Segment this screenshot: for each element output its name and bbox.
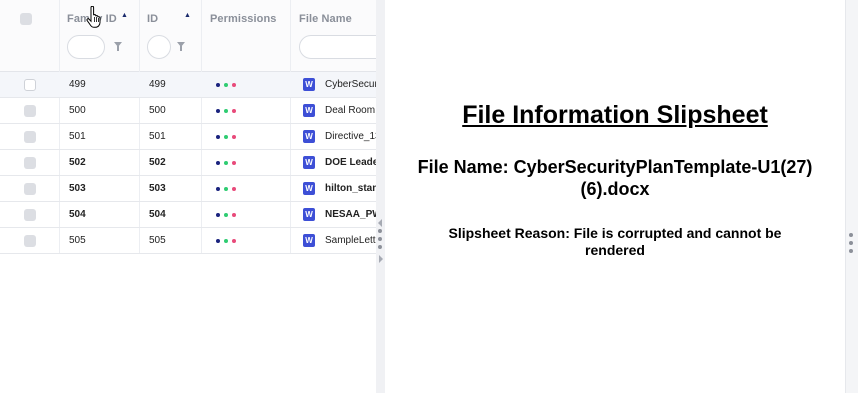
permission-dot (224, 213, 228, 217)
family-id-cell: 500 (69, 105, 86, 116)
drag-handle-icon[interactable] (849, 249, 853, 253)
sort-asc-icon[interactable]: ▲ (184, 12, 191, 19)
row-checkbox[interactable] (24, 183, 36, 195)
permission-dot (216, 135, 220, 139)
filter-icon[interactable] (177, 42, 185, 51)
row-checkbox[interactable] (24, 157, 36, 169)
table-row[interactable]: 499 499 W CyberSecur (0, 72, 376, 98)
right-panel-splitter[interactable] (845, 0, 858, 393)
family-id-cell: 502 (69, 157, 86, 168)
file-name-cell[interactable]: Directive_13 (325, 131, 376, 142)
slipsheet-viewer: File Information Slipsheet File Name: Cy… (385, 0, 845, 393)
id-cell: 500 (149, 105, 166, 116)
grid-header: Family ID ▲ ID ▲ Permissions File Name (0, 0, 376, 72)
column-header-permissions[interactable]: Permissions (201, 0, 290, 72)
permission-dot (224, 161, 228, 165)
filter-icon[interactable] (114, 42, 122, 51)
sort-asc-icon[interactable]: ▲ (121, 12, 128, 19)
panel-splitter[interactable] (376, 0, 385, 393)
select-all-checkbox[interactable] (20, 13, 32, 25)
permission-dot (232, 239, 236, 243)
expand-right-icon[interactable] (379, 255, 383, 263)
slipsheet-file-name: File Name: CyberSecurityPlanTemplate-U1(… (417, 157, 813, 199)
column-header-id[interactable]: ID ▲ (139, 0, 201, 72)
permission-dot (216, 109, 220, 113)
id-cell: 501 (149, 131, 166, 142)
word-doc-icon: W (303, 78, 315, 91)
id-cell: 502 (149, 157, 166, 168)
id-filter-input[interactable] (147, 35, 171, 59)
permission-dot (232, 161, 236, 165)
file-name-cell[interactable]: Deal Room (325, 105, 376, 116)
row-checkbox[interactable] (24, 105, 36, 117)
permission-dot (232, 109, 236, 113)
word-doc-icon: W (303, 156, 315, 169)
table-row[interactable]: 502 502 W DOE Leade (0, 150, 376, 176)
collapse-left-icon[interactable] (378, 219, 382, 227)
table-row[interactable]: 501 501 W Directive_13 (0, 124, 376, 150)
permission-dot (224, 135, 228, 139)
row-checkbox[interactable] (24, 131, 36, 143)
file-name-cell[interactable]: CyberSecur (325, 79, 376, 90)
word-doc-icon: W (303, 208, 315, 221)
drag-handle-icon[interactable] (378, 229, 382, 233)
family-id-cell: 505 (69, 235, 86, 246)
permission-dot (216, 161, 220, 165)
grid-body: 499 499 W CyberSecur 500 500 W Deal Room 501 501 W… (0, 72, 376, 254)
id-cell: 504 (149, 209, 166, 220)
permission-dot (224, 187, 228, 191)
permission-dot (232, 187, 236, 191)
slipsheet-reason: Slipsheet Reason: File is corrupted and … (448, 225, 782, 258)
word-doc-icon: W (303, 130, 315, 143)
column-header-file-name[interactable]: File Name (290, 0, 376, 72)
id-cell: 505 (149, 235, 166, 246)
row-checkbox[interactable] (24, 209, 36, 221)
family-id-filter-input[interactable] (67, 35, 105, 59)
permission-dot (216, 187, 220, 191)
permission-dot (216, 213, 220, 217)
family-id-cell: 503 (69, 183, 86, 194)
family-id-cell: 499 (69, 79, 86, 90)
word-doc-icon: W (303, 234, 315, 247)
word-doc-icon: W (303, 182, 315, 195)
drag-handle-icon[interactable] (378, 237, 382, 241)
permission-dot (216, 83, 220, 87)
family-id-cell: 504 (69, 209, 86, 220)
permission-dot (216, 239, 220, 243)
table-row[interactable]: 504 504 W NESAA_PW (0, 202, 376, 228)
column-label-id: ID (147, 13, 159, 25)
permission-dot (224, 239, 228, 243)
file-name-cell[interactable]: DOE Leade (325, 157, 376, 168)
id-cell: 499 (149, 79, 166, 90)
table-row[interactable]: 505 505 W SampleLette (0, 228, 376, 254)
row-checkbox[interactable] (24, 79, 36, 91)
permission-dot (224, 109, 228, 113)
file-name-cell[interactable]: hilton_stan (325, 183, 376, 194)
table-row[interactable]: 503 503 Whilton_stan (0, 176, 376, 202)
column-label-permissions: Permissions (210, 13, 277, 25)
table-row[interactable]: 500 500 W Deal Room (0, 98, 376, 124)
document-grid: Family ID ▲ ID ▲ Permissions File Name 4… (0, 0, 376, 393)
permission-dot (232, 135, 236, 139)
file-name-filter-input[interactable] (299, 35, 376, 59)
row-checkbox[interactable] (24, 235, 36, 247)
permission-dot (232, 83, 236, 87)
drag-handle-icon[interactable] (849, 233, 853, 237)
column-label-file-name: File Name (299, 13, 352, 25)
drag-handle-icon[interactable] (378, 245, 382, 249)
slipsheet-title: File Information Slipsheet (462, 101, 768, 129)
drag-handle-icon[interactable] (849, 241, 853, 245)
permission-dot (232, 213, 236, 217)
file-name-cell[interactable]: SampleLette (325, 235, 376, 246)
file-name-cell[interactable]: NESAA_PW (325, 209, 376, 220)
hand-cursor-icon (86, 6, 101, 28)
permission-dot (224, 83, 228, 87)
id-cell: 503 (149, 183, 166, 194)
word-doc-icon: W (303, 104, 315, 117)
family-id-cell: 501 (69, 131, 86, 142)
